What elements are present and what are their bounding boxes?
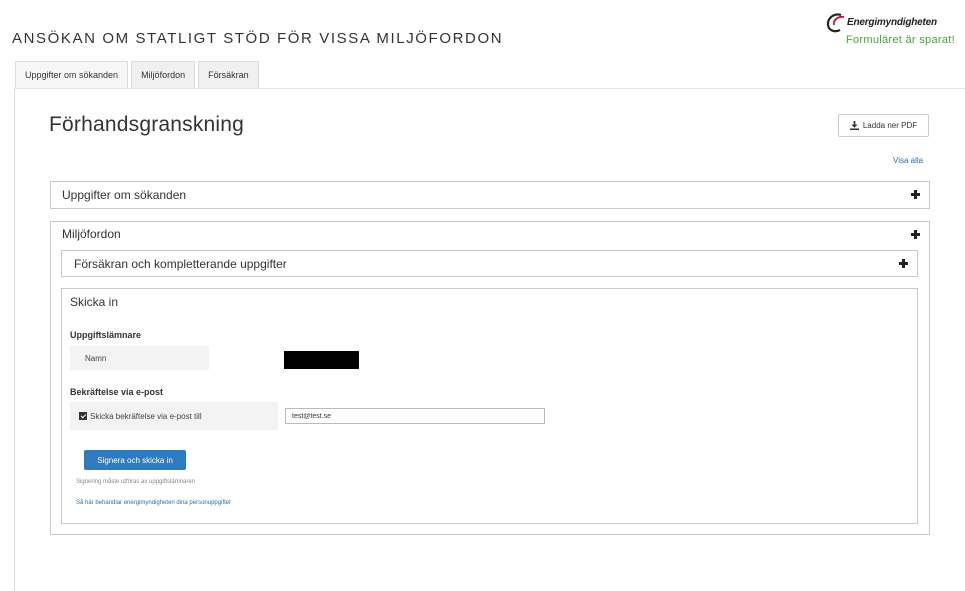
redacted-name-value	[284, 351, 359, 369]
show-all-link[interactable]: Visa alla	[893, 156, 923, 165]
expand-plus-icon	[911, 230, 920, 239]
tab-vehicles[interactable]: Miljöfordon	[131, 61, 196, 88]
panel-declaration: Försäkran och kompletterande uppgifter	[61, 250, 918, 277]
panel-declaration-header[interactable]: Försäkran och kompletterande uppgifter	[62, 251, 917, 277]
download-pdf-label: Ladda ner PDF	[862, 121, 918, 130]
email-checkbox-label[interactable]: Skicka bekräftelse via e-post till	[90, 412, 202, 421]
download-pdf-button[interactable]: Ladda ner PDF	[838, 114, 929, 137]
save-status: Formuläret är sparat!	[845, 34, 955, 46]
name-label: Namn	[85, 353, 107, 363]
email-field[interactable]	[285, 408, 545, 424]
expand-plus-icon	[899, 259, 908, 268]
email-confirm-checkbox[interactable]	[79, 412, 87, 420]
logo-mark-icon	[826, 13, 845, 33]
panel-declaration-title: Försäkran och kompletterande uppgifter	[74, 257, 287, 271]
sign-hint: Signering måste utföras av uppgiftslämna…	[76, 479, 196, 485]
name-label-cell: Namn	[70, 346, 209, 370]
expand-plus-icon	[911, 190, 920, 199]
email-checkbox-cell: Skicka bekräftelse via e-post till	[70, 402, 278, 430]
tab-applicant[interactable]: Uppgifter om sökanden	[15, 61, 129, 88]
panel-submit-title: Skicka in	[70, 295, 119, 309]
download-icon	[849, 121, 859, 130]
panel-applicant-title: Uppgifter om sökanden	[62, 188, 187, 202]
tab-bar: Uppgifter om sökanden Miljöfordon Försäk…	[15, 61, 262, 89]
logo-text: Energimyndigheten	[847, 17, 937, 28]
tab-declaration[interactable]: Försäkran	[198, 61, 259, 88]
sign-and-submit-button[interactable]: Signera och skicka in	[84, 450, 186, 470]
energimyndigheten-logo: Energimyndigheten	[817, 12, 957, 34]
submitter-heading: Uppgiftslämnare	[70, 330, 142, 340]
panel-vehicles-title: Miljöfordon	[62, 227, 121, 241]
page-title: Förhandsgranskning	[49, 113, 245, 136]
panel-applicant-header[interactable]: Uppgifter om sökanden	[51, 182, 929, 208]
panel-applicant: Uppgifter om sökanden	[50, 181, 930, 209]
app-title: ANSÖKAN OM STATLIGT STÖD FÖR VISSA MILJÖ…	[12, 30, 504, 47]
panel-vehicles-header[interactable]: Miljöfordon	[51, 222, 929, 246]
email-confirm-heading: Bekräftelse via e-post	[70, 387, 164, 397]
privacy-link[interactable]: Så här behandlar energimyndigheten dina …	[76, 500, 231, 506]
